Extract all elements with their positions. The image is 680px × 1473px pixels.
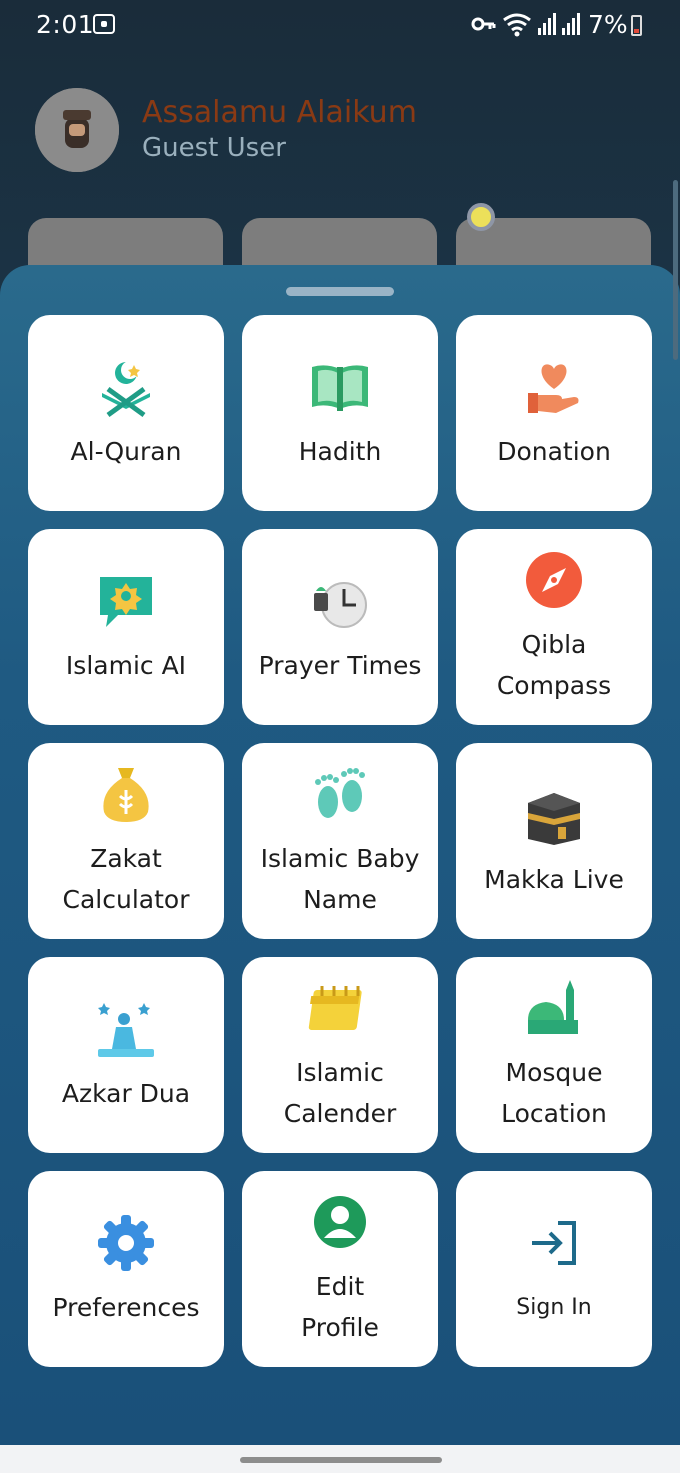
status-time: 2:01 [36, 10, 95, 39]
drag-handle[interactable] [286, 287, 394, 296]
menu-item-islamic-baby-name[interactable]: Islamic Baby Name [242, 743, 438, 939]
menu-item-zakat-calculator[interactable]: Zakat Calculator [28, 743, 224, 939]
calendar-icon [308, 976, 372, 1040]
menu-item-label: Mosque Location [501, 1058, 607, 1128]
menu-item-label: Islamic Baby Name [260, 844, 420, 914]
menu-item-mosque-location[interactable]: Mosque Location [456, 957, 652, 1153]
menu-item-donation[interactable]: Donation [456, 315, 652, 511]
menu-item-qibla-compass[interactable]: Qibla Compass [456, 529, 652, 725]
scrollbar[interactable] [673, 180, 678, 360]
wifi-icon [503, 13, 531, 37]
clock-icon [308, 569, 372, 633]
menu-item-label: Al-Quran [70, 436, 182, 466]
menu-item-label: Sign In [516, 1294, 592, 1320]
user-name: Guest User [142, 133, 286, 163]
kaaba-icon [522, 783, 586, 847]
menu-item-islamic-ai[interactable]: Islamic AI [28, 529, 224, 725]
book-icon [308, 355, 372, 419]
money-bag-icon [94, 762, 158, 826]
menu-item-hadith[interactable]: Hadith [242, 315, 438, 511]
menu-item-sign-in[interactable]: Sign In [456, 1171, 652, 1367]
profile-header: Assalamu Alaikum Guest User [0, 80, 680, 190]
key-icon [471, 17, 496, 31]
donation-icon [522, 355, 586, 419]
chat-ai-icon [94, 569, 158, 633]
menu-item-label: Edit Profile [301, 1272, 379, 1342]
menu-item-label: Makka Live [484, 864, 624, 894]
battery-percent: 7% [588, 10, 628, 39]
sign-in-icon [522, 1211, 586, 1275]
menu-item-label: Azkar Dua [61, 1078, 191, 1108]
screen-record-icon [93, 14, 115, 34]
bottom-sheet: Al-Quran Hadith Donation Islamic AI Pray… [0, 265, 680, 1445]
home-indicator[interactable] [240, 1457, 442, 1463]
menu-item-al-quran[interactable]: Al-Quran [28, 315, 224, 511]
status-bar: 2:01 7% [0, 0, 680, 56]
menu-item-label: Prayer Times [258, 650, 422, 680]
signal-icon [538, 13, 556, 35]
indicator-dot [467, 203, 495, 231]
menu-item-label: Zakat Calculator [62, 844, 190, 914]
menu-item-prayer-times[interactable]: Prayer Times [242, 529, 438, 725]
menu-item-label: Islamic Calender [283, 1058, 397, 1128]
compass-icon [522, 548, 586, 612]
menu-item-islamic-calender[interactable]: Islamic Calender [242, 957, 438, 1153]
menu-item-preferences[interactable]: Preferences [28, 1171, 224, 1367]
avatar[interactable] [35, 88, 119, 172]
quran-icon [94, 355, 158, 419]
menu-item-azkar-dua[interactable]: Azkar Dua [28, 957, 224, 1153]
greeting-text: Assalamu Alaikum [142, 95, 417, 130]
gear-icon [94, 1211, 158, 1275]
menu-item-label: Preferences [52, 1292, 200, 1322]
avatar-person-icon [35, 88, 119, 172]
menu-item-label: Qibla Compass [496, 630, 612, 700]
profile-icon [308, 1190, 372, 1254]
menu-item-edit-profile[interactable]: Edit Profile [242, 1171, 438, 1367]
menu-item-makka-live[interactable]: Makka Live [456, 743, 652, 939]
baby-feet-icon [308, 762, 372, 826]
signal-icon [562, 13, 580, 35]
praying-icon [94, 997, 158, 1061]
menu-item-label: Islamic AI [65, 650, 187, 680]
menu-item-label: Donation [497, 436, 611, 466]
menu-item-label: Hadith [298, 436, 382, 466]
mosque-icon [522, 976, 586, 1040]
battery-icon [631, 15, 642, 36]
